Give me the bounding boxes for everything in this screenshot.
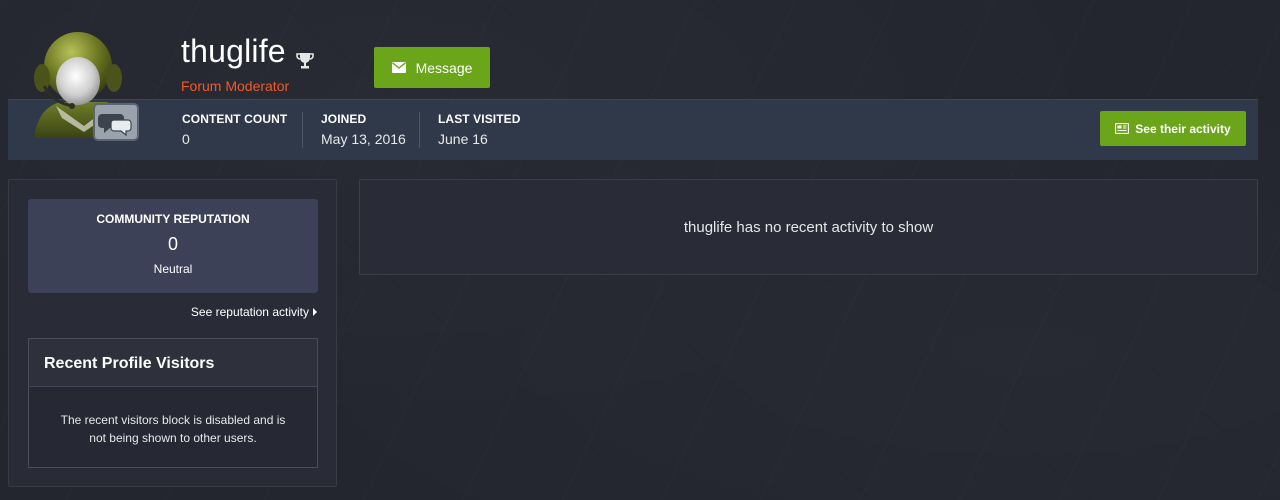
profile-sidebar: COMMUNITY REPUTATION 0 Neutral See reput… bbox=[8, 179, 337, 487]
stat-last-visited: LAST VISITED June 16 bbox=[438, 112, 521, 148]
reputation-title: COMMUNITY REPUTATION bbox=[96, 212, 250, 226]
see-activity-button[interactable]: See their activity bbox=[1100, 111, 1246, 146]
reputation-label: Neutral bbox=[153, 262, 193, 276]
message-button-label: Message bbox=[415, 59, 473, 76]
recent-visitors-message: The recent visitors block is disabled an… bbox=[60, 413, 286, 445]
stat-value: 0 bbox=[182, 131, 190, 147]
soldier-avatar-icon bbox=[34, 32, 139, 141]
stat-label: JOINED bbox=[321, 112, 367, 126]
avatar[interactable] bbox=[28, 26, 140, 144]
caret-right-icon bbox=[313, 308, 317, 316]
recent-visitors-title: Recent Profile Visitors bbox=[29, 339, 317, 387]
stat-label: LAST VISITED bbox=[438, 112, 521, 126]
stat-joined: JOINED May 13, 2016 bbox=[321, 112, 406, 148]
reputation-value: 0 bbox=[167, 234, 178, 254]
profile-role: Forum Moderator bbox=[181, 78, 290, 94]
username-text: thuglife bbox=[181, 33, 286, 69]
newspaper-icon bbox=[1115, 123, 1130, 134]
stat-value: June 16 bbox=[438, 131, 488, 147]
stat-content-count: CONTENT COUNT 0 bbox=[182, 112, 287, 148]
reputation-link-text: See reputation activity bbox=[190, 305, 309, 319]
stat-divider bbox=[419, 112, 420, 148]
activity-feed: thuglife has no recent activity to show bbox=[359, 179, 1258, 275]
empty-activity-message: thuglife has no recent activity to show bbox=[683, 218, 934, 236]
trophy-icon[interactable] bbox=[295, 42, 314, 68]
stat-value: May 13, 2016 bbox=[321, 131, 406, 147]
profile-username: thuglife bbox=[181, 33, 314, 70]
reputation-activity-link[interactable]: See reputation activity bbox=[191, 305, 317, 319]
stat-label: CONTENT COUNT bbox=[182, 112, 288, 126]
profile-stats-bar: CONTENT COUNT 0 JOINED May 13, 2016 LAST… bbox=[8, 99, 1258, 160]
message-button[interactable]: Message bbox=[374, 47, 490, 88]
see-activity-label: See their activity bbox=[1135, 121, 1231, 136]
stat-divider bbox=[302, 112, 303, 148]
recent-visitors-block: Recent Profile Visitors The recent visit… bbox=[28, 338, 318, 468]
reputation-box: COMMUNITY REPUTATION 0 Neutral bbox=[28, 199, 318, 293]
envelope-icon bbox=[391, 62, 406, 73]
